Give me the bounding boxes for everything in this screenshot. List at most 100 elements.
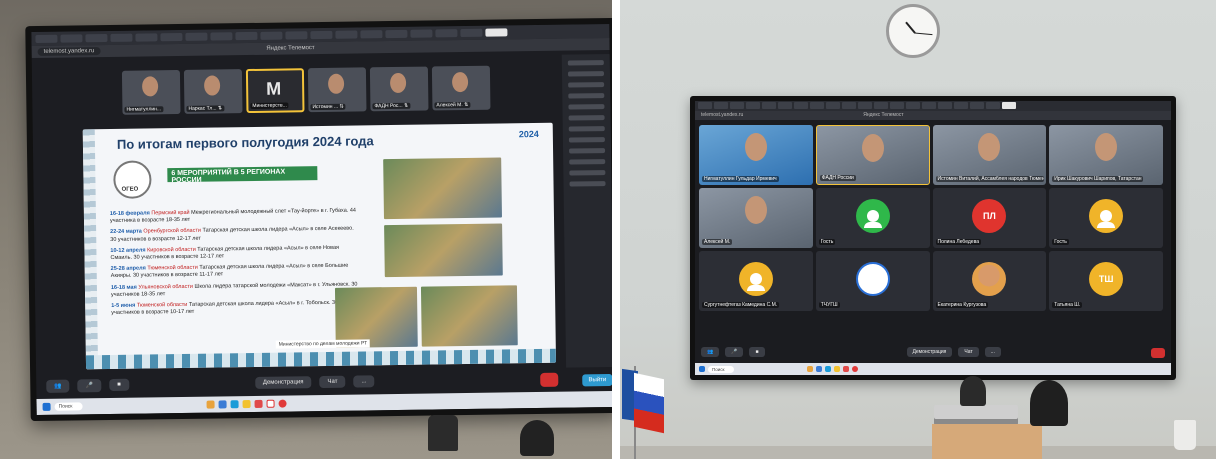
more-button[interactable]: ... <box>984 347 1001 357</box>
browser-tab[interactable] <box>410 29 433 38</box>
explorer-icon[interactable] <box>807 366 814 372</box>
more-button[interactable]: ... <box>353 375 375 388</box>
folder-icon[interactable] <box>834 366 841 372</box>
participants-button[interactable]: 👥 <box>701 347 720 357</box>
participant-tile[interactable]: ФАДН России <box>815 125 930 185</box>
participant-tile[interactable]: ПЛ Полина Лебедева <box>932 188 1047 248</box>
screen-share-button[interactable]: Демонстрация <box>906 347 953 357</box>
browser-tab[interactable] <box>285 31 308 40</box>
browser-tab[interactable] <box>794 102 808 109</box>
browser-tab[interactable] <box>858 102 872 109</box>
browser-tab[interactable] <box>460 28 483 38</box>
taskbar-search[interactable]: Поиск <box>54 402 83 411</box>
browser-tab[interactable] <box>778 102 792 109</box>
browser-tab[interactable] <box>954 102 968 109</box>
participant-thumb[interactable]: Истомин ... ⇅ <box>307 67 367 113</box>
app-icon[interactable] <box>816 366 823 372</box>
hang-up-button[interactable] <box>1151 348 1165 358</box>
participants-button[interactable]: 👥 <box>46 379 70 393</box>
participant-tile[interactable]: Гость <box>1049 188 1163 248</box>
browser-tab[interactable] <box>890 102 904 109</box>
participant-thumb[interactable]: Нигматуллин... <box>121 69 181 115</box>
app-icon[interactable] <box>218 400 227 409</box>
address-bar[interactable]: telemost.yandex.ru Яндекс Телемост <box>695 111 1171 120</box>
browser-tab[interactable] <box>135 33 158 42</box>
url-field[interactable]: telemost.yandex.ru <box>37 47 101 56</box>
browser-tab[interactable] <box>310 30 333 40</box>
screen-share-button[interactable]: Демонстрация <box>254 376 312 389</box>
event-item: 16-18 февраля Пермский край Межрегиональ… <box>109 207 356 225</box>
browser-tab[interactable] <box>85 33 108 43</box>
windows-start-icon[interactable] <box>699 366 705 372</box>
browser-icon[interactable] <box>852 366 859 372</box>
browser-tab[interactable] <box>730 102 744 109</box>
browser-tab[interactable] <box>185 32 208 41</box>
participant-tile[interactable]: Гость <box>815 188 930 248</box>
browser-tab[interactable] <box>746 102 760 109</box>
browser-tab[interactable] <box>435 29 458 38</box>
browser-tab[interactable] <box>35 34 58 43</box>
participant-tile[interactable]: Сургутнефтегаз Камедина С.М. <box>699 251 813 311</box>
taskbar-search[interactable]: Поиск <box>708 365 735 373</box>
browser-tab[interactable] <box>698 102 712 109</box>
participant-tile[interactable]: Нигматуллин Гульдар Ирмевич <box>699 125 813 185</box>
edge-icon[interactable] <box>825 366 832 372</box>
browser-tab[interactable] <box>110 33 133 42</box>
browser-tab[interactable] <box>385 29 408 39</box>
browser-tab[interactable] <box>906 102 920 109</box>
exit-button[interactable]: Выйти <box>582 373 612 387</box>
app-icon[interactable] <box>254 399 263 408</box>
participant-thumb[interactable]: Наркас Тл... ⇅ <box>183 69 243 114</box>
browser-tab[interactable] <box>986 102 1000 109</box>
explorer-icon[interactable] <box>206 400 215 409</box>
browser-tab[interactable] <box>210 32 233 41</box>
browser-icon[interactable] <box>278 399 287 408</box>
participant-tile[interactable]: Истомин Виталий, Ассамблея народов Тюмен… <box>932 125 1047 185</box>
browser-tab[interactable] <box>335 30 358 39</box>
chat-button[interactable]: Чат <box>958 347 979 357</box>
browser-tab-bar[interactable] <box>695 101 1171 111</box>
browser-tab[interactable] <box>60 34 83 43</box>
browser-tab[interactable] <box>714 102 728 109</box>
group-photo <box>383 157 502 220</box>
microphone-button[interactable]: 🎤 <box>725 347 744 357</box>
windows-start-icon[interactable] <box>42 402 51 411</box>
participant-thumb-speaking[interactable]: M Министерств... <box>245 68 305 114</box>
browser-tab[interactable] <box>360 30 383 39</box>
url-field[interactable]: telemost.yandex.ru <box>701 112 743 119</box>
app-icon[interactable] <box>843 366 850 372</box>
russian-flag <box>634 372 664 434</box>
browser-tab[interactable] <box>235 31 258 41</box>
participant-tile[interactable]: Ирик Шакурович Шарипов, Татарстан <box>1049 125 1163 185</box>
hang-up-button[interactable] <box>540 372 559 387</box>
browser-tab[interactable] <box>970 102 984 109</box>
browser-tab[interactable] <box>826 102 840 109</box>
participant-tile[interactable]: Екатерина Кургузова <box>932 251 1047 311</box>
browser-tab[interactable] <box>810 102 824 109</box>
browser-tab-active[interactable] <box>485 28 508 37</box>
yandex-icon[interactable] <box>266 399 275 408</box>
camera-button[interactable]: ■ <box>749 347 765 357</box>
browser-tab[interactable] <box>762 102 776 109</box>
participant-name: Екатерина Кургузова <box>935 302 989 308</box>
browser-tab[interactable] <box>922 102 936 109</box>
participant-thumb[interactable]: ФАДН Рос... ⇅ <box>369 66 429 112</box>
participant-tile[interactable]: ТЧУГШ <box>815 251 930 311</box>
camera-button[interactable]: ■ <box>109 378 129 391</box>
browser-tab[interactable] <box>938 102 952 109</box>
participant-tile[interactable]: Алексей М. <box>699 188 813 248</box>
browser-tab-active[interactable] <box>1002 102 1016 109</box>
browser-tab[interactable] <box>842 102 856 109</box>
browser-tab[interactable] <box>160 32 183 42</box>
chat-button[interactable]: Чат <box>319 375 346 389</box>
chat-line <box>569 159 606 165</box>
participant-tile[interactable]: ТШ Татьяна Ш. <box>1049 251 1163 311</box>
chat-side-panel[interactable] <box>561 53 612 368</box>
browser-tab[interactable] <box>874 102 888 109</box>
participant-thumb[interactable]: Алексей М. ⇅ <box>431 65 491 111</box>
folder-icon[interactable] <box>242 400 251 409</box>
browser-tab[interactable] <box>260 31 283 40</box>
event-item: 1-5 июня Тюменской области Татарская дет… <box>111 299 339 317</box>
microphone-button[interactable]: 🎤 <box>77 378 102 392</box>
edge-icon[interactable] <box>230 400 239 409</box>
